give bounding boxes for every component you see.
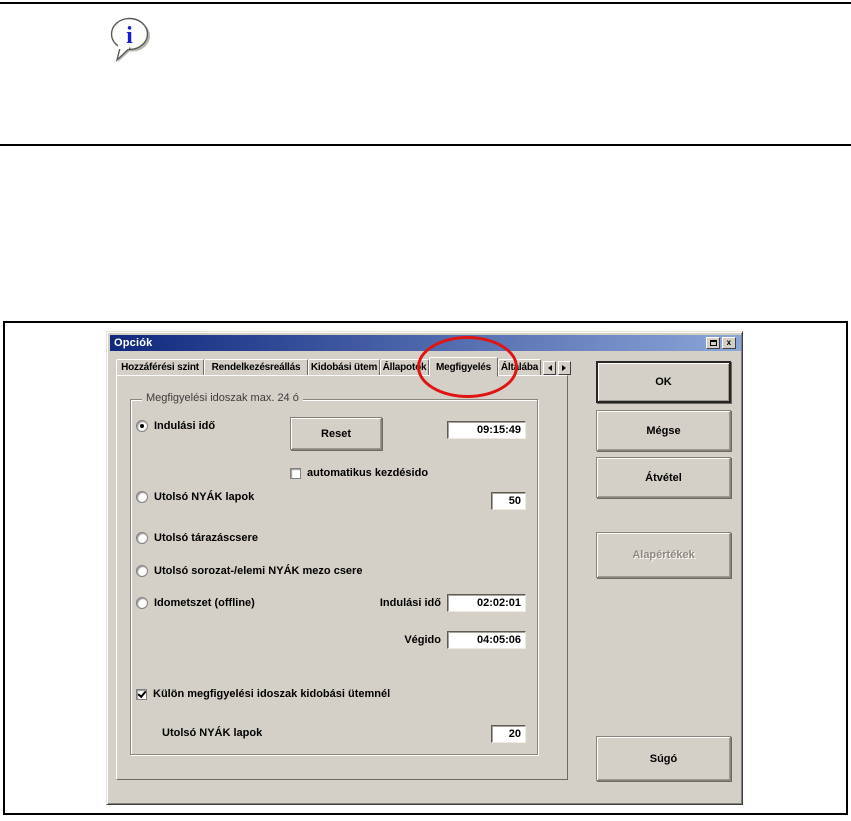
- dialog-titlebar[interactable]: Opciók x: [110, 335, 741, 351]
- radio-magazine-change[interactable]: [136, 532, 148, 544]
- slice-start-label: Indulási idő: [379, 597, 441, 609]
- help-button-label: Súgó: [649, 752, 678, 765]
- tab-label: Általába: [500, 362, 539, 373]
- separate-pcb-field[interactable]: [491, 725, 526, 743]
- radio-start-time[interactable]: [136, 420, 148, 432]
- radio-start-time-label: Indulási idő: [154, 420, 216, 432]
- slice-end-field[interactable]: [447, 631, 526, 649]
- separate-pcb-label: Utolsó NYÁK lapok: [162, 727, 263, 739]
- reset-button-label: Reset: [321, 427, 351, 440]
- groupbox-title: Megfigyelési idoszak max. 24 ó: [142, 392, 303, 404]
- tab-altalaban-truncated[interactable]: Általába: [498, 359, 541, 376]
- reset-button[interactable]: Reset: [290, 417, 382, 450]
- checkbox-row-separate-period[interactable]: Külön megfigyelési idoszak kidobási ütem…: [136, 688, 390, 700]
- arrow-right-icon: [562, 365, 569, 371]
- checkbox-auto-start[interactable]: [290, 467, 301, 479]
- tab-label: Állapotok: [382, 362, 427, 373]
- cancel-button-label: Mégse: [646, 424, 681, 437]
- radio-time-slice-label: Idometszet (offline): [154, 597, 255, 609]
- last-pcb-field[interactable]: [491, 492, 526, 510]
- divider-middle: [0, 144, 851, 146]
- radio-row-magazine-change[interactable]: Utolsó tárazáscsere: [136, 532, 258, 544]
- radio-row-last-pcb[interactable]: Utolsó NYÁK lapok: [136, 491, 254, 503]
- radio-series-change[interactable]: [136, 565, 148, 577]
- radio-row-series-change[interactable]: Utolsó sorozat-/elemi NYÁK mezo csere: [136, 565, 362, 577]
- tab-label: Kidobási ütem: [310, 362, 378, 373]
- tab-allapotok[interactable]: Állapotok: [380, 359, 429, 376]
- defaults-button: Alapértékek: [596, 532, 731, 578]
- checkbox-separate-period[interactable]: [136, 688, 147, 700]
- tab-rendelkezesreallas[interactable]: Rendelkezésreállás: [204, 359, 308, 376]
- close-button[interactable]: x: [722, 337, 736, 349]
- tab-label: Megfigyelés: [435, 362, 492, 373]
- radio-last-pcb[interactable]: [136, 491, 148, 503]
- apply-button-label: Átvétel: [645, 471, 682, 484]
- tab-label: Hozzáférési szint: [121, 362, 199, 373]
- radio-row-time-slice[interactable]: Idometszet (offline): [136, 597, 255, 609]
- arrow-left-icon: [545, 365, 552, 371]
- checkbox-auto-start-label: automatikus kezdésido: [307, 467, 429, 479]
- ok-button-label: OK: [655, 376, 672, 388]
- ok-button[interactable]: OK: [596, 361, 731, 403]
- checkbox-separate-period-label: Külön megfigyelési idoszak kidobási ütem…: [153, 688, 391, 700]
- defaults-button-label: Alapértékek: [632, 549, 695, 561]
- apply-button[interactable]: Átvétel: [596, 457, 731, 498]
- tab-kidobasi-utem[interactable]: Kidobási ütem: [308, 359, 380, 376]
- restore-button[interactable]: [706, 337, 720, 349]
- tab-megfigyeles[interactable]: Megfigyelés: [429, 357, 498, 377]
- slice-start-field[interactable]: [447, 594, 526, 612]
- help-button[interactable]: Súgó: [596, 736, 731, 781]
- radio-time-slice[interactable]: [136, 597, 148, 609]
- tab-scroll-right-button[interactable]: [558, 361, 571, 375]
- radio-series-change-label: Utolsó sorozat-/elemi NYÁK mezo csere: [154, 565, 363, 577]
- slice-end-label: Végido: [404, 634, 441, 646]
- radio-magazine-change-label: Utolsó tárazáscsere: [154, 532, 258, 544]
- window-icon: [709, 340, 717, 346]
- divider-top: [0, 2, 851, 4]
- tab-label: Rendelkezésreállás: [211, 362, 301, 373]
- info-letter: i: [126, 23, 133, 49]
- radio-row-start-time[interactable]: Indulási idő: [136, 420, 215, 432]
- start-time-field[interactable]: [447, 421, 526, 439]
- close-icon: x: [726, 338, 732, 347]
- tab-strip: Hozzáférési szint Rendelkezésreállás Kid…: [116, 356, 571, 377]
- cancel-button[interactable]: Mégse: [596, 410, 731, 451]
- checkbox-row-auto-start[interactable]: automatikus kezdésido: [290, 467, 428, 479]
- manual-page: i Opciók x Hozzáférési szint Rendelkezés…: [0, 0, 851, 821]
- options-dialog: Opciók x Hozzáférési szint Rendelkezésre…: [106, 331, 743, 805]
- tab-hozzaferesi-szint[interactable]: Hozzáférési szint: [116, 359, 204, 376]
- radio-last-pcb-label: Utolsó NYÁK lapok: [154, 491, 255, 503]
- tab-scroll-left-button[interactable]: [543, 361, 556, 375]
- info-icon: i: [105, 16, 157, 73]
- tab-page-megfigyeles: Megfigyelési idoszak max. 24 ó Indulási …: [116, 375, 568, 780]
- dialog-title: Opciók: [114, 337, 153, 349]
- observation-groupbox: Megfigyelési idoszak max. 24 ó: [130, 392, 538, 755]
